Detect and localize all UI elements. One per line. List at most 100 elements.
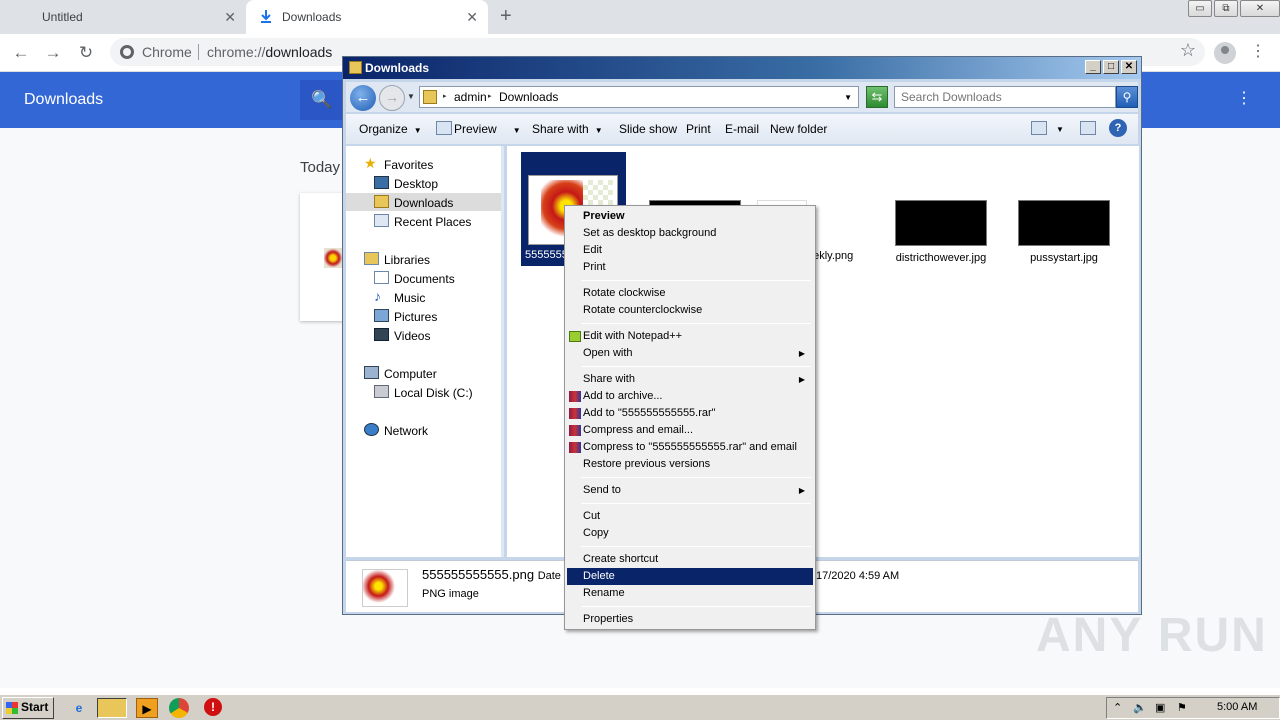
breadcrumb-downloads[interactable]: Downloads (499, 90, 558, 104)
file-item[interactable]: districthowever.jpg (881, 200, 1001, 264)
close-tab-icon[interactable]: ✕ (466, 9, 478, 25)
search-icon[interactable]: ⚲ (1116, 86, 1138, 108)
menu-item-delete[interactable]: Delete (567, 568, 813, 585)
preview-button[interactable]: Preview ▼ (454, 122, 521, 136)
menu-item-send-to[interactable]: Send to ▶ (567, 482, 813, 499)
menu-item-properties[interactable]: Properties (567, 611, 813, 628)
chrome-taskbar-icon[interactable] (169, 698, 189, 718)
forward-arrow-icon[interactable]: → (379, 85, 405, 111)
address-toolbar: ← → ▼ ▸ admin ▸ Downloads ▼ ⇆ ⚲ (346, 82, 1138, 112)
menu-item-add-to-rar[interactable]: Add to "555555555555.rar" (567, 405, 813, 422)
nav-libraries[interactable]: Libraries (346, 250, 501, 268)
detail-file-name: 555555555555.png Date (422, 567, 561, 582)
back-arrow-icon[interactable]: ← (350, 85, 376, 111)
menu-item-open-with[interactable]: Open with ▶ (567, 345, 813, 362)
new-tab-button[interactable]: + (500, 6, 512, 26)
menu-item-add-to-archive[interactable]: Add to archive... (567, 388, 813, 405)
menu-item-set-desktop-background[interactable]: Set as desktop background (567, 225, 813, 242)
address-bar[interactable]: ▸ admin ▸ Downloads ▼ (419, 86, 859, 108)
volume-icon[interactable]: 🔈 (1133, 701, 1147, 714)
nav-documents[interactable]: Documents (346, 269, 501, 287)
nav-local-disk[interactable]: Local Disk (C:) (346, 383, 501, 401)
email-button[interactable]: E-mail (725, 122, 759, 136)
view-options-icon[interactable] (1031, 121, 1047, 135)
menu-item-create-shortcut[interactable]: Create shortcut (567, 551, 813, 568)
share-with-button[interactable]: Share with ▼ (532, 122, 603, 136)
window-controls: ▭ ⧉ ✕ (1186, 0, 1280, 18)
minimize-button[interactable]: ▭ (1188, 0, 1212, 17)
close-button[interactable]: ✕ (1121, 60, 1137, 74)
close-tab-icon[interactable]: ✕ (224, 9, 236, 25)
explorer-title-bar[interactable]: Downloads _ □ ✕ (343, 57, 1141, 79)
search-input[interactable] (894, 86, 1116, 108)
history-dropdown-icon[interactable]: ▼ (407, 92, 415, 101)
detail-date: 17/2020 4:59 AM (816, 570, 900, 582)
menu-item-rename[interactable]: Rename (567, 585, 813, 602)
profile-avatar[interactable] (1214, 42, 1236, 64)
refresh-icon[interactable]: ⇆ (866, 86, 888, 108)
minimize-button[interactable]: _ (1085, 60, 1101, 74)
nav-music[interactable]: ♪ Music (346, 288, 501, 306)
nav-downloads[interactable]: Downloads (346, 193, 501, 211)
file-name[interactable]: 5555555 (525, 249, 568, 261)
nav-favorites[interactable]: ★ Favorites (346, 155, 501, 173)
address-dropdown-icon[interactable]: ▼ (844, 93, 852, 102)
explorer-taskbar-icon[interactable] (97, 698, 127, 718)
forward-button[interactable]: → (42, 42, 64, 64)
new-folder-button[interactable]: New folder (770, 122, 827, 136)
help-icon[interactable]: ? (1109, 119, 1127, 137)
downloads-folder-icon (423, 90, 437, 104)
view-dropdown-icon[interactable]: ▼ (1056, 125, 1064, 134)
reload-button[interactable]: ↻ (75, 42, 97, 64)
menu-item-rotate-counterclockwise[interactable]: Rotate counterclockwise (567, 302, 813, 319)
file-item[interactable]: pussystart.jpg (1004, 200, 1124, 264)
bookmark-star-icon[interactable]: ☆ (1180, 40, 1196, 61)
tab-untitled[interactable]: Untitled ✕ (0, 0, 246, 34)
videos-icon (374, 328, 389, 341)
print-button[interactable]: Print (686, 122, 711, 136)
clock[interactable]: 5:00 AM (1217, 701, 1257, 713)
maximize-button[interactable]: ⧉ (1214, 0, 1238, 17)
menu-item-compress-email[interactable]: Compress and email... (567, 422, 813, 439)
nav-computer[interactable]: Computer (346, 364, 501, 382)
submenu-arrow-icon: ▶ (798, 486, 805, 495)
tab-downloads[interactable]: Downloads ✕ (246, 0, 488, 34)
menu-item-edit-notepadpp[interactable]: Edit with Notepad++ (567, 328, 813, 345)
search-icon[interactable]: 🔍 (300, 80, 344, 120)
organize-button[interactable]: Organize ▼ (359, 122, 422, 136)
chevron-right-icon[interactable]: ▸ (488, 92, 492, 100)
tray-expand-icon[interactable]: ⌃ (1113, 701, 1122, 714)
nav-network[interactable]: Network (346, 421, 501, 439)
nav-recent-places[interactable]: Recent Places (346, 212, 501, 230)
menu-item-compress-rar-email[interactable]: Compress to "555555555555.rar" and email (567, 439, 813, 456)
nav-desktop[interactable]: Desktop (346, 174, 501, 192)
omnibox-url[interactable]: chrome://downloads (207, 44, 332, 60)
close-window-button[interactable]: ✕ (1240, 0, 1280, 17)
preview-pane-icon[interactable] (1080, 121, 1096, 135)
antivirus-icon[interactable]: ! (204, 698, 222, 716)
chevron-right-icon[interactable]: ▸ (443, 92, 447, 100)
menu-item-copy[interactable]: Copy (567, 525, 813, 542)
network-tray-icon[interactable]: ▣ (1155, 701, 1165, 714)
menu-item-rotate-clockwise[interactable]: Rotate clockwise (567, 285, 813, 302)
flag-icon[interactable]: ⚑ (1177, 701, 1187, 714)
ie-icon[interactable]: e (68, 698, 90, 718)
menu-separator (581, 546, 811, 547)
menu-item-share-with[interactable]: Share with ▶ (567, 371, 813, 388)
maximize-button[interactable]: □ (1103, 60, 1119, 74)
menu-item-preview[interactable]: Preview (567, 208, 813, 225)
menu-item-print[interactable]: Print (567, 259, 813, 276)
start-button[interactable]: Start (2, 697, 54, 719)
menu-item-cut[interactable]: Cut (567, 508, 813, 525)
menu-item-restore-versions[interactable]: Restore previous versions (567, 456, 813, 473)
back-button[interactable]: ← (10, 42, 32, 64)
breadcrumb-admin[interactable]: admin (454, 90, 487, 104)
chrome-menu-icon[interactable]: ⋮ (1250, 41, 1266, 61)
nav-videos[interactable]: Videos (346, 326, 501, 344)
media-player-icon[interactable]: ▶ (136, 698, 158, 718)
slide-show-button[interactable]: Slide show (619, 122, 677, 136)
menu-item-edit[interactable]: Edit (567, 242, 813, 259)
nav-pictures[interactable]: Pictures (346, 307, 501, 325)
downloads-menu-icon[interactable]: ⋮ (1236, 90, 1252, 108)
file-name: pussystart.jpg (1030, 252, 1098, 264)
